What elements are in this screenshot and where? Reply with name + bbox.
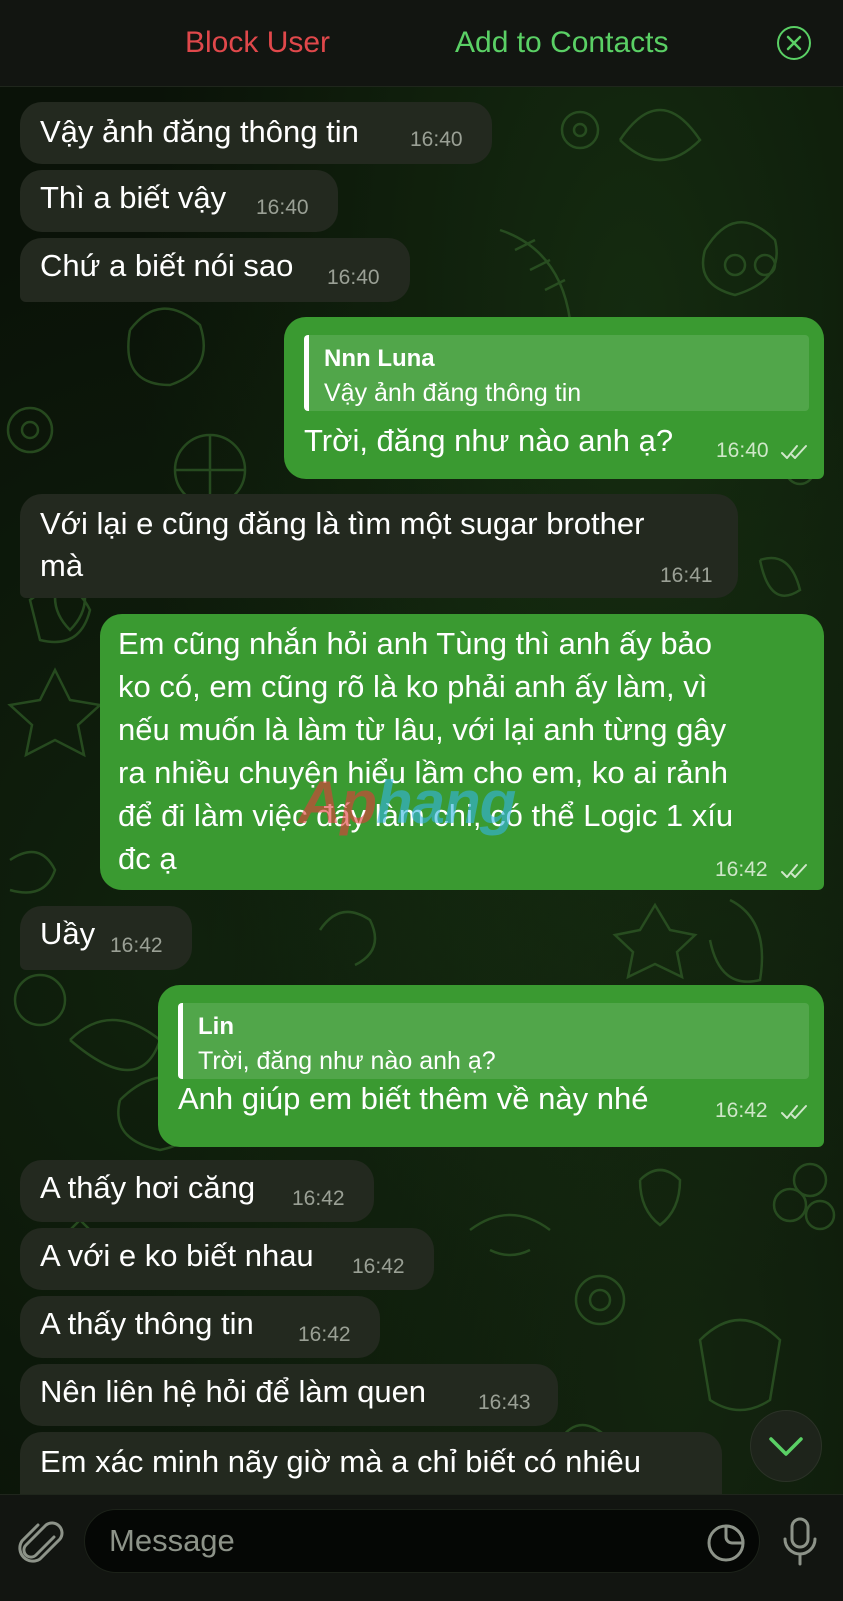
double-check-icon [781, 445, 807, 459]
message-text: Anh giúp em biết thêm về này nhé [178, 1081, 649, 1116]
reply-quoted-text: Trời, đăng như nào anh ạ? [198, 1047, 496, 1075]
reply-sender-name: Lin [198, 1013, 234, 1040]
message-bubble-outgoing[interactable]: Em cũng nhắn hỏi anh Tùng thì anh ấy bảo… [100, 614, 824, 890]
message-text: Nên liên hệ hỏi để làm quen [40, 1374, 427, 1409]
message-bubble-incoming[interactable]: Chứ a biết nói sao 16:40 [20, 238, 410, 302]
message-bubble-incoming[interactable]: A với e ko biết nhau 16:42 [20, 1228, 434, 1290]
message-time: 16:40 [256, 196, 309, 219]
message-bubble-incoming[interactable]: Thì a biết vậy 16:40 [20, 170, 338, 232]
reply-quote[interactable]: Nnn Luna Vậy ảnh đăng thông tin [304, 335, 809, 411]
message-text: đc ạ [118, 841, 177, 876]
message-text: A thấy thông tin [40, 1306, 254, 1341]
message-text: nếu muốn là làm từ lâu, với lại anh từng… [118, 712, 727, 747]
message-bubble-incoming[interactable]: A thấy thông tin 16:42 [20, 1296, 380, 1358]
watermark-logo: Aphang [298, 768, 516, 837]
close-circle-icon[interactable] [777, 26, 811, 60]
message-time: 16:41 [660, 564, 713, 587]
add-to-contacts-button[interactable]: Add to Contacts [455, 26, 668, 60]
message-text: Trời, đăng như nào anh ạ? [304, 423, 674, 458]
message-time: 16:42 [352, 1255, 405, 1278]
message-bubble-outgoing[interactable]: Nnn Luna Vậy ảnh đăng thông tin Trời, đă… [284, 317, 824, 479]
message-text: Em cũng nhắn hỏi anh Tùng thì anh ấy bảo [118, 626, 713, 661]
message-time: 16:40 [716, 439, 769, 462]
watermark-text: hang [375, 769, 516, 836]
chevron-down-icon [769, 1437, 803, 1456]
message-text: Uầy [40, 916, 96, 951]
microphone-icon[interactable] [778, 1515, 822, 1571]
sticker-icon[interactable] [704, 1521, 748, 1565]
message-bubble-incoming[interactable]: Nên liên hệ hỏi để làm quen 16:43 [20, 1364, 558, 1426]
message-text: A với e ko biết nhau [40, 1238, 314, 1273]
message-time: 16:40 [327, 266, 380, 289]
message-time: 16:42 [715, 858, 768, 881]
double-check-icon [781, 864, 807, 878]
top-bar: Block User Add to Contacts [0, 0, 843, 87]
message-time: 16:42 [292, 1187, 345, 1210]
paperclip-icon[interactable] [18, 1517, 68, 1573]
message-text: Chứ a biết nói sao [40, 248, 294, 283]
message-time: 16:43 [478, 1391, 531, 1414]
message-text: Em xác minh nãy giờ mà a chỉ biết có nhi… [40, 1444, 642, 1479]
scroll-to-bottom-button[interactable] [750, 1410, 822, 1482]
reply-sender-name: Nnn Luna [324, 345, 435, 372]
message-text: mà [40, 548, 84, 583]
message-time: 16:42 [298, 1323, 351, 1346]
message-input[interactable] [84, 1509, 760, 1573]
message-text: Vậy ảnh đăng thông tin [40, 114, 359, 149]
block-user-button[interactable]: Block User [185, 26, 330, 60]
message-bubble-incoming[interactable]: Uầy 16:42 [20, 906, 192, 970]
message-time: 16:42 [110, 934, 163, 957]
composer-bar [0, 1494, 843, 1601]
message-text: Với lại e cũng đăng là tìm một sugar bro… [40, 506, 645, 541]
message-text: Thì a biết vậy [40, 180, 227, 215]
message-bubble-outgoing[interactable]: Lin Trời, đăng như nào anh ạ? Anh giúp e… [158, 985, 824, 1147]
double-check-icon [781, 1105, 807, 1119]
message-bubble-incoming[interactable]: Với lại e cũng đăng là tìm một sugar bro… [20, 494, 738, 598]
message-text: ko có, em cũng rõ là ko phải anh ấy làm,… [118, 669, 708, 704]
message-bubble-incoming[interactable]: Vậy ảnh đăng thông tin 16:40 [20, 102, 492, 164]
watermark-text: Ap [298, 769, 377, 836]
reply-quoted-text: Vậy ảnh đăng thông tin [324, 379, 582, 407]
message-bubble-incoming[interactable]: A thấy hơi căng 16:42 [20, 1160, 374, 1222]
message-text: A thấy hơi căng [40, 1170, 256, 1205]
reply-quote[interactable]: Lin Trời, đăng như nào anh ạ? [178, 1003, 809, 1079]
message-time: 16:40 [410, 128, 463, 151]
message-time: 16:42 [715, 1099, 768, 1122]
